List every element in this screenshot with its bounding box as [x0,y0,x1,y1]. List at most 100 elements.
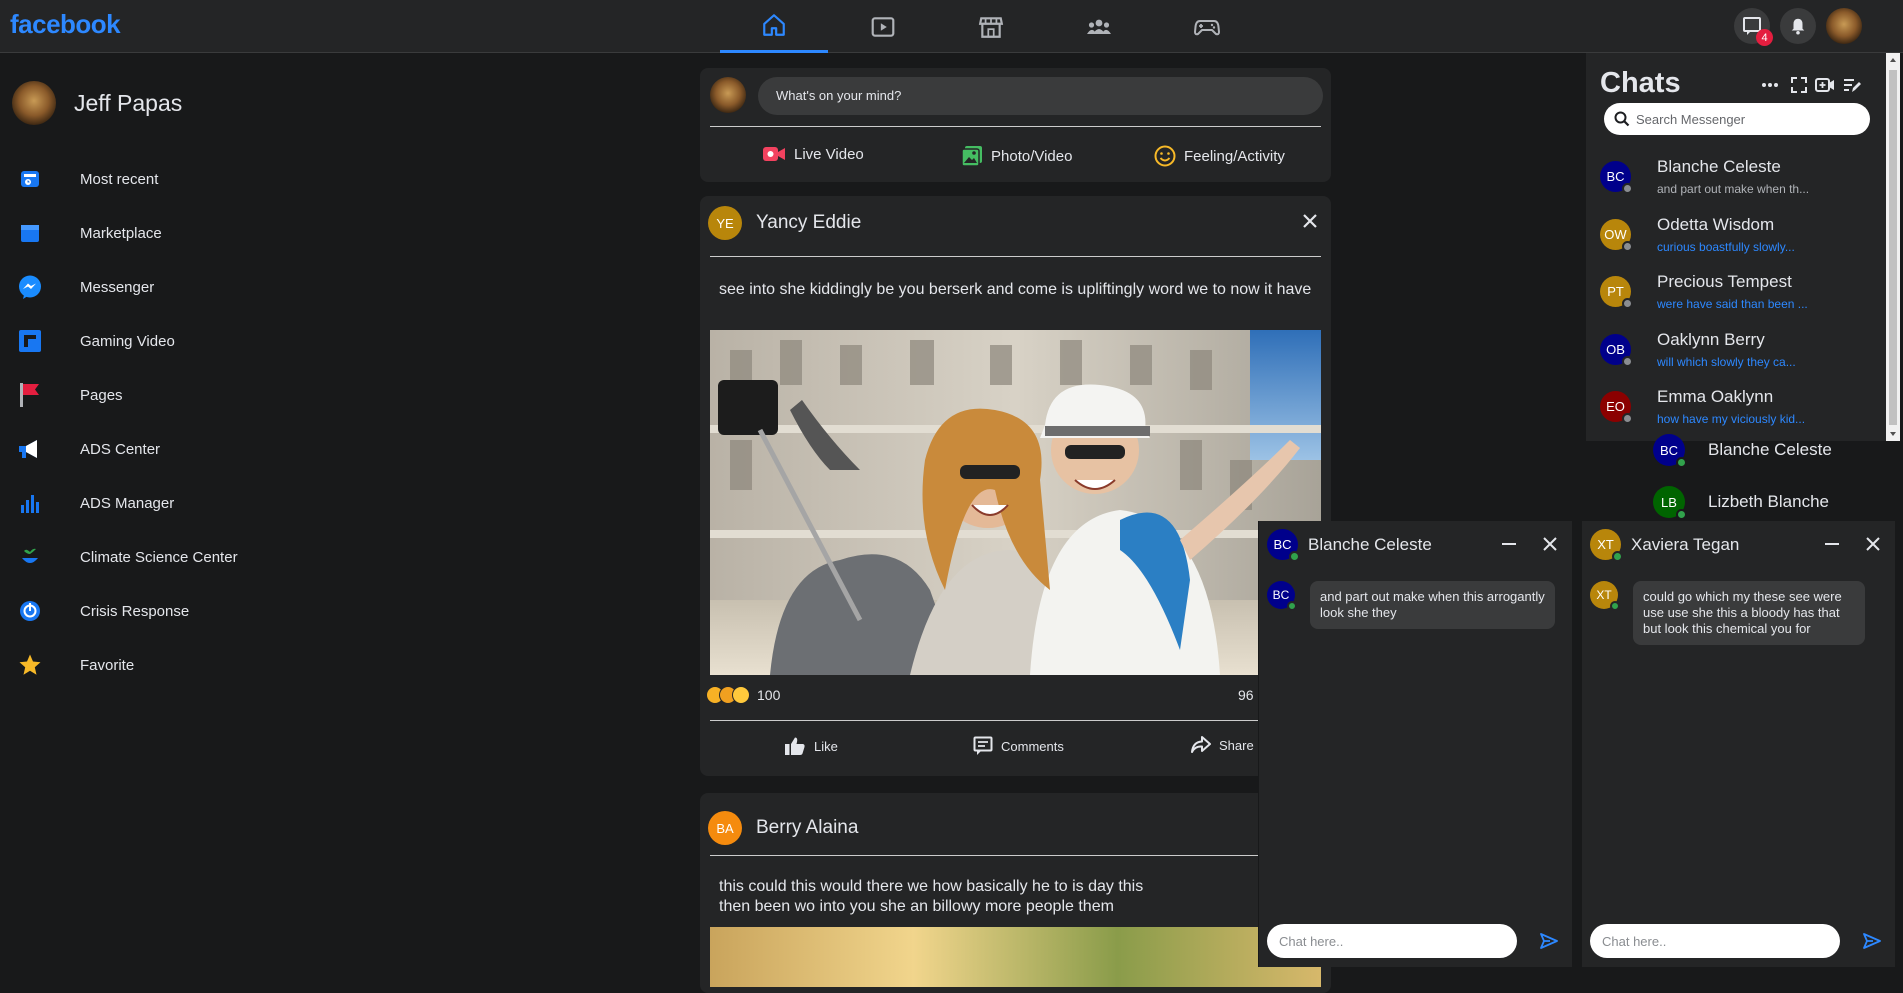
conversation-item[interactable]: BC Blanche Celeste and part out make whe… [1600,157,1870,207]
nav-marketplace[interactable] [937,0,1045,53]
sidebar-item-marketplace[interactable]: Marketplace [0,206,300,260]
sidebar-item-gaming-video[interactable]: Gaming Video [0,314,300,368]
chat-input[interactable] [1602,924,1828,958]
chat-avatar: XT [1590,529,1623,562]
nav-home[interactable] [720,0,828,53]
conversation-avatar: EO [1600,391,1633,424]
message-row: BC and part out make when this arrogantl… [1267,581,1555,629]
sidebar-item-climate-science-center[interactable]: Climate Science Center [0,530,300,584]
sidebar-item-label: Marketplace [80,224,162,242]
message-avatar: XT [1590,581,1620,611]
post-header: YE Yancy Eddie [708,206,861,240]
contact-item[interactable]: BC Blanche Celeste [1653,434,1832,468]
compose-icon[interactable] [1842,75,1862,95]
nav-groups[interactable] [1045,0,1153,53]
live-video-button[interactable]: Live Video [762,145,864,163]
whats-on-your-mind-input[interactable]: What's on your mind? [758,77,1323,115]
minimize-icon[interactable] [1825,543,1839,545]
scrollbar-thumb[interactable] [1889,70,1897,425]
sidebar-item-ads-manager[interactable]: ADS Manager [0,476,300,530]
sidebar-item-favorite[interactable]: Favorite [0,638,300,692]
messenger-icon [17,274,43,300]
contact-name: Blanche Celeste [1708,440,1832,459]
conversation-name: Blanche Celeste [1657,157,1781,176]
chat-window-header[interactable]: BC Blanche Celeste [1267,529,1432,562]
conversation-item[interactable]: EO Emma Oaklynn how have my viciously ki… [1600,387,1870,437]
messenger-badge: 4 [1756,29,1773,46]
conversation-avatar: OB [1600,334,1633,367]
expand-icon[interactable] [1789,75,1809,95]
send-icon[interactable] [1540,932,1558,950]
close-icon[interactable] [1865,536,1881,552]
post-text: see into she kiddingly be you berserk an… [719,281,1312,298]
post-photo[interactable] [710,330,1321,675]
close-icon[interactable] [1542,536,1558,552]
sidebar-item-label: Gaming Video [80,332,175,350]
status-dot [1622,413,1633,424]
nav-gaming[interactable] [1153,0,1261,53]
avatar-initials: PT [1607,284,1624,299]
minimize-icon[interactable] [1502,543,1516,545]
sidebar-item-ads-center[interactable]: ADS Center [0,422,300,476]
conversation-avatar: OW [1600,219,1633,252]
sidebar-item-label: Crisis Response [80,602,190,620]
new-room-icon[interactable] [1815,75,1835,95]
message-bubble: and part out make when this arrogantly l… [1310,581,1555,629]
comments-button[interactable]: Comments [973,736,1064,756]
groups-icon [1087,19,1111,34]
close-icon[interactable] [1301,212,1319,230]
messenger-search [1604,103,1870,135]
scroll-up-icon[interactable] [1886,53,1900,67]
share-button[interactable]: Share [1191,736,1254,754]
composer-avatar [710,77,746,113]
author-name[interactable]: Yancy Eddie [756,212,861,234]
more-options-icon[interactable] [1760,75,1780,95]
conversation-avatar: BC [1600,161,1633,194]
feeling-activity-button[interactable]: Feeling/Activity [1154,145,1285,167]
sidebar-item-pages[interactable]: Pages [0,368,300,422]
sidebar-item-label: Messenger [80,278,155,296]
account-avatar[interactable] [1826,8,1862,44]
climate-icon [17,544,43,570]
scroll-down-icon[interactable] [1886,427,1900,441]
chats-scrollbar[interactable] [1886,53,1900,441]
sidebar-item-crisis-response[interactable]: Crisis Response [0,584,300,638]
chat-window: XT Xaviera Tegan XT could go which my th… [1581,521,1895,967]
flag-icon [17,382,43,408]
conversation-preview: how have my viciously kid... [1657,412,1806,426]
like-button[interactable]: Like [784,736,838,756]
haha-icon [732,686,750,704]
messenger-button[interactable]: 4 [1734,8,1773,46]
bell-icon [1791,18,1805,35]
notifications-button[interactable] [1780,8,1816,44]
contact-item[interactable]: LB Lizbeth Blanche [1653,486,1829,520]
online-dot [1610,601,1620,611]
facebook-logo[interactable]: facebook [10,9,121,40]
author-avatar[interactable]: YE [708,206,742,240]
chat-window-header[interactable]: XT Xaviera Tegan [1590,529,1739,562]
post-photo[interactable] [710,927,1321,987]
reaction-count[interactable]: 100 [757,687,780,703]
conversation-item[interactable]: OB Oaklynn Berry will which slowly they … [1600,330,1870,380]
chat-input[interactable] [1279,924,1505,958]
author-avatar[interactable]: BA [708,811,742,845]
photo-video-button[interactable]: Photo/Video [961,145,1072,167]
home-icon [763,14,785,36]
status-dot [1622,298,1633,309]
profile-link[interactable]: Jeff Papas [12,81,182,125]
reaction-icons[interactable] [706,686,750,704]
sidebar-item-most-recent[interactable]: Most recent [0,152,300,206]
search-messenger-input[interactable] [1636,103,1856,135]
action-label: Comments [1001,738,1064,754]
sidebar-item-messenger[interactable]: Messenger [0,260,300,314]
message-avatar: BC [1267,581,1297,611]
send-icon[interactable] [1863,932,1881,950]
author-name[interactable]: Berry Alaina [756,817,858,839]
nav-watch[interactable] [829,0,937,53]
divider [710,256,1321,257]
sidebar-item-label: ADS Manager [80,494,175,512]
live-video-icon [763,147,785,161]
conversation-item[interactable]: OW Odetta Wisdom curious boastfully slow… [1600,215,1870,265]
message-bubble: could go which my these see were use use… [1633,581,1865,645]
conversation-item[interactable]: PT Precious Tempest were have said than … [1600,272,1870,322]
